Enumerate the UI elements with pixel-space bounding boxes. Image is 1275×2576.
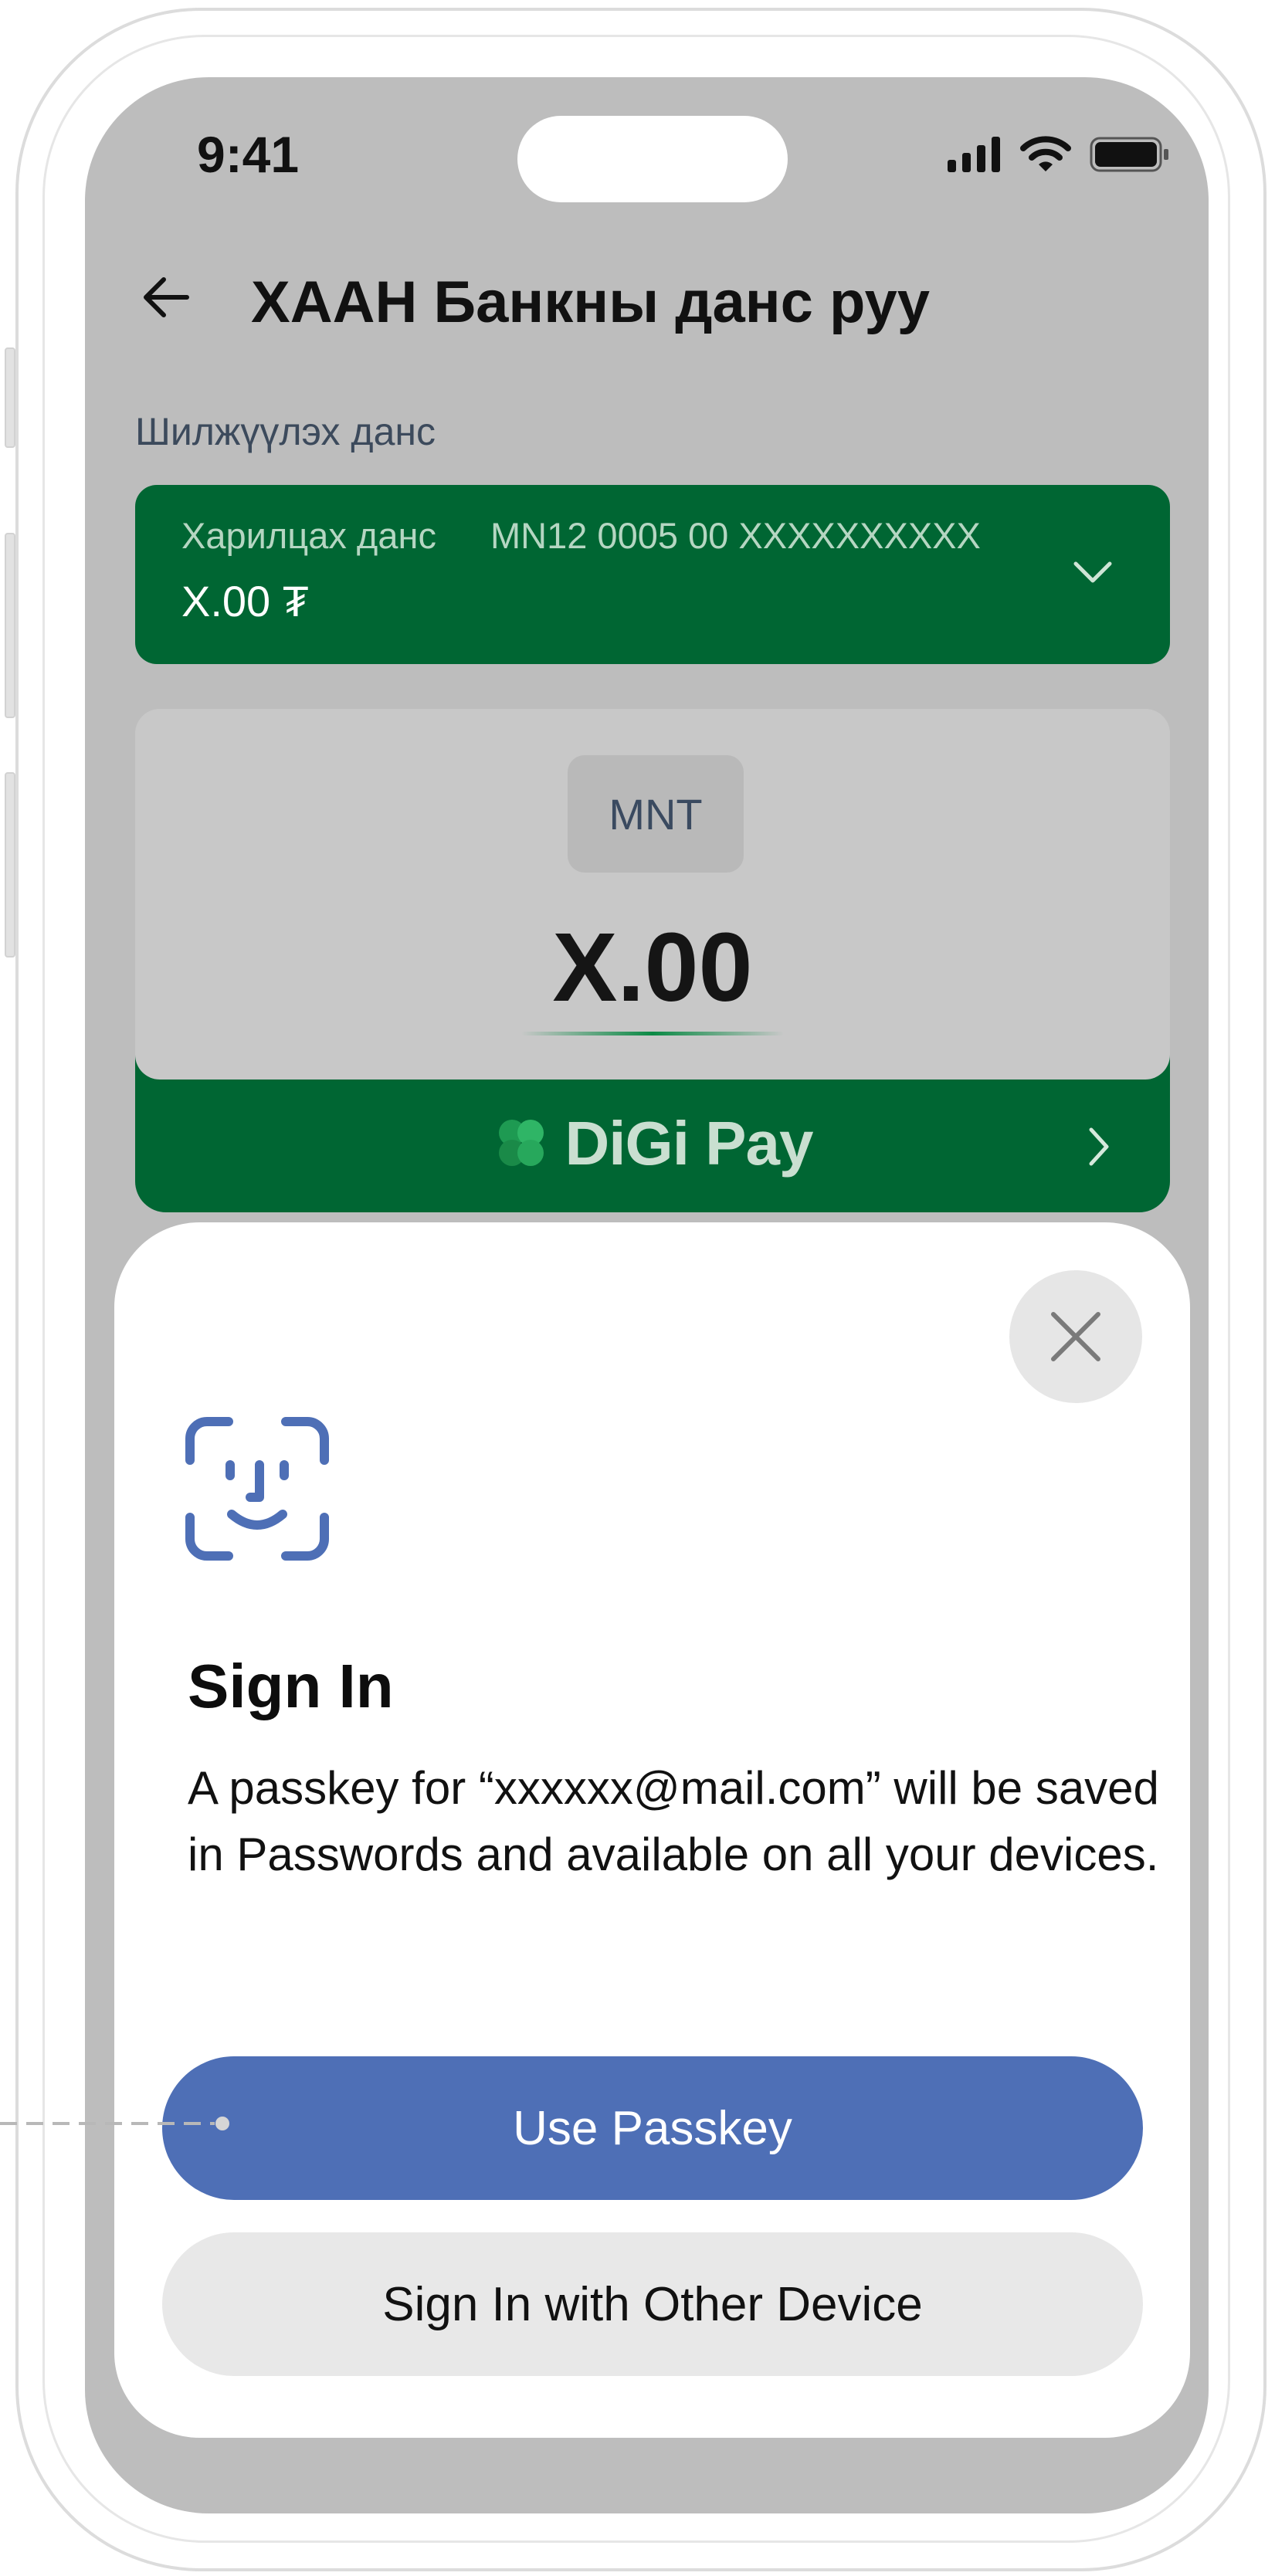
account-selector[interactable]: Харилцах данс MN12 0005 00 XXXXXXXXXX X.… (135, 485, 1170, 664)
chevron-down-icon (1073, 561, 1112, 583)
account-type: Харилцах данс (181, 515, 436, 556)
page-title: ХААН Банкны данс руу (251, 269, 930, 335)
close-button[interactable] (1009, 1270, 1142, 1403)
status-time: 9:41 (197, 126, 300, 183)
battery-icon (1090, 137, 1168, 172)
amount-card: MNT X.00 (135, 709, 1170, 1080)
wifi-icon (1020, 136, 1071, 171)
status-icons (948, 131, 1170, 178)
close-icon (1051, 1312, 1100, 1361)
sign-in-other-device-button[interactable]: Sign In with Other Device (162, 2232, 1143, 2376)
arrow-left-icon[interactable] (139, 270, 193, 324)
amount-underline (521, 1032, 784, 1035)
account-number: MN12 0005 00 XXXXXXXXXX (490, 515, 981, 556)
sheet-description: A passkey for “xxxxxx@mail.com” will be … (188, 1762, 1159, 1880)
account-balance: X.00 ₮ (181, 577, 309, 625)
passkey-sheet: Sign In A passkey for “xxxxxx@mail.com” … (114, 1222, 1190, 2438)
chevron-right-icon (1089, 1127, 1109, 1166)
device-volume-up-button (5, 533, 15, 718)
clover-icon (499, 1120, 544, 1166)
sheet-title: Sign In (188, 1652, 394, 1720)
device-volume-down-button (5, 772, 15, 958)
transfer-account-label: Шилжүүлэх данс (135, 410, 436, 453)
digipay-logo: DiGi Pay (135, 1108, 1170, 1179)
device-action-button (5, 347, 15, 448)
face-id-icon (185, 1417, 329, 1561)
use-passkey-button[interactable]: Use Passkey (162, 2056, 1143, 2200)
annotation-connector (0, 2117, 229, 2130)
digipay-brand: DiGi Pay (565, 1109, 813, 1178)
currency-chip[interactable]: MNT (568, 755, 744, 873)
signal-icon (948, 137, 1000, 172)
dynamic-island (517, 116, 788, 202)
amount-value[interactable]: X.00 (135, 911, 1170, 1023)
phone-screen: 9:41 ХААН Банкны данс руу Шилжүүлэх данс… (85, 77, 1209, 2513)
